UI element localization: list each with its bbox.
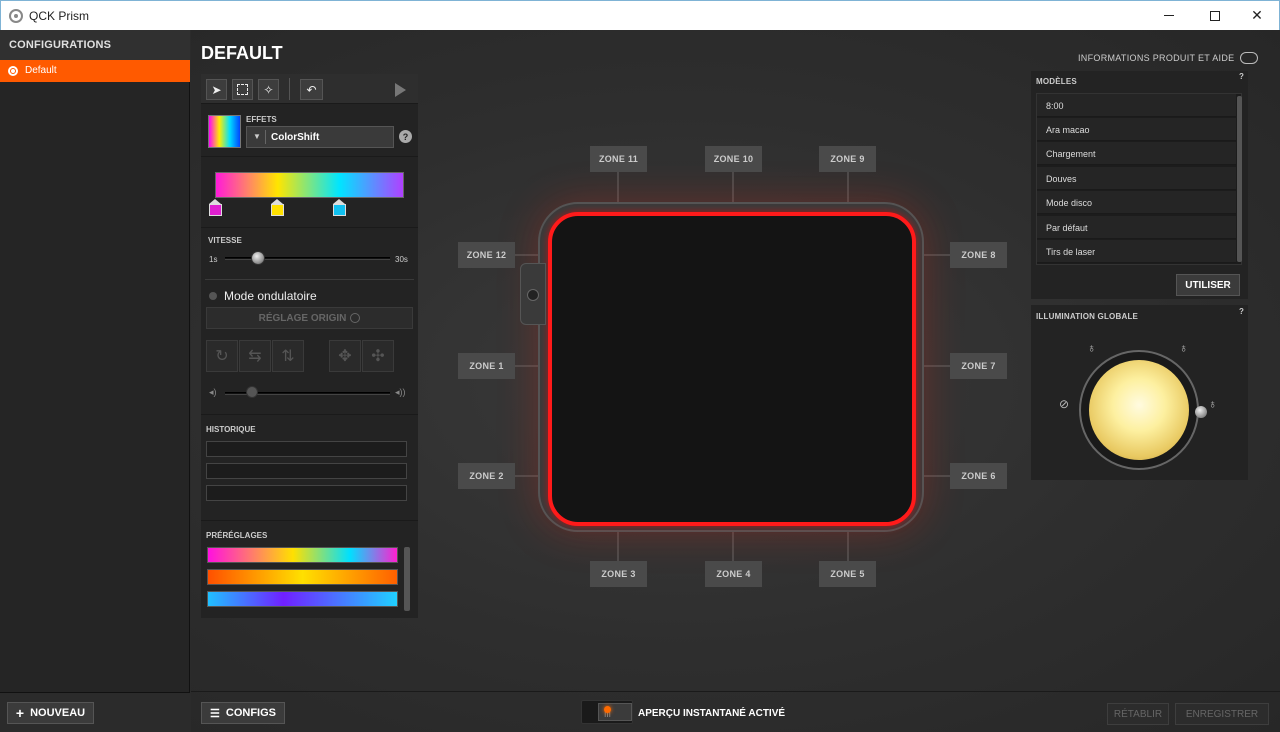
config-sidebar: CONFIGURATIONS Default + NOUVEAU xyxy=(0,30,190,732)
zone-1-button[interactable]: ZONE 1 xyxy=(458,353,515,379)
model-item[interactable]: 8:00 xyxy=(1037,94,1236,117)
models-scrollbar[interactable] xyxy=(1237,96,1242,262)
bulb-off-icon: ⊘ xyxy=(1059,397,1070,411)
zone-10-button[interactable]: ZONE 10 xyxy=(705,146,762,172)
model-item[interactable]: Par défaut xyxy=(1037,216,1236,239)
reset-button[interactable]: RÉTABLIR xyxy=(1107,703,1169,725)
illumination-label: ILLUMINATION GLOBALE xyxy=(1036,312,1139,321)
configs-button[interactable]: ☰ CONFIGS xyxy=(201,702,285,724)
config-header: CONFIGURATIONS xyxy=(0,30,190,60)
zone-2-button[interactable]: ZONE 2 xyxy=(458,463,515,489)
illumination-help-icon[interactable]: ? xyxy=(1239,307,1244,316)
app-icon xyxy=(9,9,23,23)
zone-5-button[interactable]: ZONE 5 xyxy=(819,561,876,587)
bottom-bar: ☰ CONFIGS ||| APERÇU INSTANTANÉ ACTIVÉ R… xyxy=(191,691,1280,732)
bulb-icon xyxy=(1089,360,1189,460)
model-item[interactable]: Ara macao xyxy=(1037,118,1236,141)
configs-label: CONFIGS xyxy=(225,707,276,719)
title-bar: QCK Prism ✕ xyxy=(0,0,1280,30)
minimize-button[interactable] xyxy=(1146,1,1192,30)
bulb-bright-icon: ♁ xyxy=(1208,397,1217,411)
toggle-handle: ||| xyxy=(598,703,632,721)
mousepad-usb-hub xyxy=(520,263,546,325)
model-item[interactable]: Chargement xyxy=(1037,142,1236,165)
use-model-button[interactable]: UTILISER xyxy=(1176,274,1240,296)
new-config-button[interactable]: + NOUVEAU xyxy=(7,702,94,724)
zone-7-button[interactable]: ZONE 7 xyxy=(950,353,1007,379)
zone-4-button[interactable]: ZONE 4 xyxy=(705,561,762,587)
bulb-dim-icon: ♁ xyxy=(1087,341,1096,355)
active-config-icon xyxy=(8,66,18,76)
list-icon: ☰ xyxy=(210,707,220,720)
brightness-dial-knob[interactable] xyxy=(1195,406,1207,418)
models-label: MODÈLES xyxy=(1036,77,1077,86)
zone-9-button[interactable]: ZONE 9 xyxy=(819,146,876,172)
model-item[interactable]: Mode disco xyxy=(1037,191,1236,214)
models-help-icon[interactable]: ? xyxy=(1239,72,1244,81)
brightness-dial[interactable] xyxy=(1079,350,1199,470)
zone-11-button[interactable]: ZONE 11 xyxy=(590,146,647,172)
minimize-icon xyxy=(1164,15,1174,16)
config-item-label: Default xyxy=(25,65,57,76)
zone-3-button[interactable]: ZONE 3 xyxy=(590,561,647,587)
maximize-button[interactable] xyxy=(1192,1,1238,30)
close-icon: ✕ xyxy=(1251,7,1263,23)
plus-icon: + xyxy=(15,705,25,721)
zone-8-button[interactable]: ZONE 8 xyxy=(950,242,1007,268)
zone-12-button[interactable]: ZONE 12 xyxy=(458,242,515,268)
config-header-label: CONFIGURATIONS xyxy=(9,39,112,51)
live-preview-toggle[interactable]: ||| xyxy=(581,700,633,724)
global-illumination-panel: ILLUMINATION GLOBALE ? ♁ ♁ ⊘ ♁ xyxy=(1031,305,1248,480)
bulb-medium-icon: ♁ xyxy=(1179,341,1188,355)
live-preview-label: APERÇU INSTANTANÉ ACTIVÉ xyxy=(638,708,786,719)
main-area: DEFAULT INFORMATIONS PRODUIT ET AIDE ➤ ✧… xyxy=(191,30,1280,732)
window-title: QCK Prism xyxy=(29,9,89,23)
sidebar-footer: + NOUVEAU xyxy=(0,692,190,732)
zone-6-button[interactable]: ZONE 6 xyxy=(950,463,1007,489)
config-item-default[interactable]: Default xyxy=(0,60,190,82)
models-panel: MODÈLES ? 8:00 Ara macao Chargement Douv… xyxy=(1031,71,1248,299)
new-config-label: NOUVEAU xyxy=(30,707,86,719)
model-item[interactable]: Douves xyxy=(1037,167,1236,190)
save-button[interactable]: ENREGISTRER xyxy=(1175,703,1269,725)
live-indicator-icon xyxy=(604,706,611,713)
close-button[interactable]: ✕ xyxy=(1234,1,1280,30)
models-list: 8:00 Ara macao Chargement Douves Mode di… xyxy=(1036,93,1242,265)
maximize-icon xyxy=(1210,10,1220,21)
mousepad-led-surface[interactable] xyxy=(548,212,916,526)
model-item[interactable]: Tirs de laser xyxy=(1037,240,1236,263)
mousepad-preview xyxy=(538,202,924,532)
